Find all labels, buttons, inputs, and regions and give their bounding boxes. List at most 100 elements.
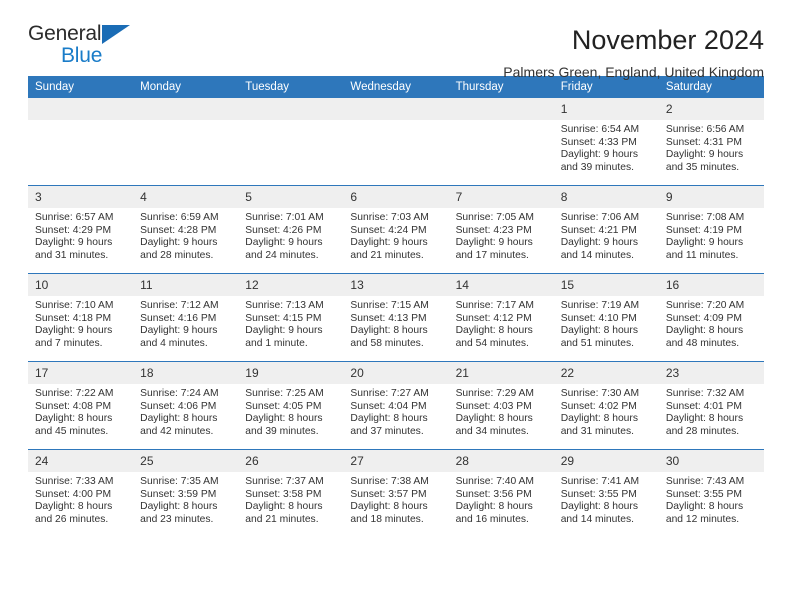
calendar-day-cell[interactable]: 30 Sunrise: 7:43 AM Sunset: 3:55 PM Dayligh… xyxy=(658,449,764,537)
calendar-day-cell[interactable]: 8 Sunrise: 7:06 AM Sunset: 4:21 PM Daylight… xyxy=(553,185,659,274)
day-sunset-text: Sunset: 4:02 PM xyxy=(560,400,637,412)
calendar-day-cell[interactable]: 17 Sunrise: 7:22 AM Sunset: 4:08 PM Dayligh… xyxy=(28,361,134,450)
calendar-day-cell[interactable]: 18 Sunrise: 7:24 AM Sunset: 4:06 PM Dayligh… xyxy=(133,361,239,450)
day-cell-content: 23 Sunrise: 7:32 AM Sunset: 4:01 PM Dayligh… xyxy=(658,362,764,449)
day-daylight2-text: and 37 minutes. xyxy=(350,425,424,437)
day-daylight1-text: Daylight: 8 hours xyxy=(140,413,218,425)
general-blue-logo[interactable]: General Blue xyxy=(28,22,148,70)
calendar-day-cell[interactable]: 3 Sunrise: 6:57 AM Sunset: 4:29 PM Daylight… xyxy=(28,185,134,274)
calendar-day-cell[interactable]: 10 Sunrise: 7:10 AM Sunset: 4:18 PM Dayligh… xyxy=(28,273,134,362)
day-sunrise-text: Sunrise: 7:06 AM xyxy=(560,212,640,223)
day-number: 3 xyxy=(28,186,134,208)
day-cell-content: 1 Sunrise: 6:54 AM Sunset: 4:33 PM Daylight… xyxy=(553,98,659,185)
day-daylight1-text: Daylight: 9 hours xyxy=(665,149,744,161)
day-sunset-text: Sunset: 4:19 PM xyxy=(665,224,742,236)
day-number: 12 xyxy=(238,274,344,296)
day-number xyxy=(238,98,344,120)
day-daylight1-text: Daylight: 8 hours xyxy=(560,413,638,425)
calendar-week-row: 10 Sunrise: 7:10 AM Sunset: 4:18 PM Dayligh… xyxy=(28,273,764,362)
calendar-day-cell[interactable]: 2 Sunrise: 6:56 AM Sunset: 4:31 PM Daylight… xyxy=(658,98,764,186)
day-sunrise-text: Sunrise: 7:24 AM xyxy=(140,388,219,399)
calendar-day-cell[interactable]: 22 Sunrise: 7:30 AM Sunset: 4:02 PM Dayligh… xyxy=(553,361,659,450)
calendar-day-cell[interactable]: 4 Sunrise: 6:59 AM Sunset: 4:28 PM Daylight… xyxy=(133,185,239,274)
calendar-day-cell[interactable]: 7 Sunrise: 7:05 AM Sunset: 4:23 PM Daylight… xyxy=(448,185,554,274)
day-daylight1-text: Daylight: 9 hours xyxy=(140,237,218,249)
day-number: 11 xyxy=(133,274,239,296)
day-sun-info: Sunrise: 7:13 AM Sunset: 4:15 PM Daylight:… xyxy=(238,296,343,350)
calendar-day-cell[interactable]: 23 Sunrise: 7:32 AM Sunset: 4:01 PM Dayligh… xyxy=(658,361,764,450)
day-sunset-text: Sunset: 4:28 PM xyxy=(140,224,217,236)
day-sunrise-text: Sunrise: 7:19 AM xyxy=(560,300,640,311)
calendar-day-cell[interactable]: 20 Sunrise: 7:27 AM Sunset: 4:04 PM Dayligh… xyxy=(343,361,449,450)
day-cell-content: 28 Sunrise: 7:40 AM Sunset: 3:56 PM Dayligh… xyxy=(448,450,554,537)
day-number: 6 xyxy=(343,186,449,208)
day-sun-info: Sunrise: 7:41 AM Sunset: 3:55 PM Daylight:… xyxy=(554,472,659,526)
day-sun-info: Sunrise: 6:57 AM Sunset: 4:29 PM Daylight:… xyxy=(28,208,133,262)
day-daylight2-text: and 35 minutes. xyxy=(665,161,740,173)
calendar-day-cell-empty xyxy=(448,98,554,186)
day-daylight2-text: and 1 minute. xyxy=(245,337,308,349)
day-daylight2-text: and 48 minutes. xyxy=(665,337,740,349)
day-daylight1-text: Daylight: 8 hours xyxy=(665,325,744,337)
day-daylight2-text: and 34 minutes. xyxy=(455,425,529,437)
calendar-day-cell[interactable]: 12 Sunrise: 7:13 AM Sunset: 4:15 PM Dayligh… xyxy=(238,273,344,362)
calendar-week-row: 24 Sunrise: 7:33 AM Sunset: 4:00 PM Dayligh… xyxy=(28,449,764,537)
day-daylight2-text: and 11 minutes. xyxy=(665,249,739,261)
day-sun-info: Sunrise: 7:22 AM Sunset: 4:08 PM Daylight:… xyxy=(28,384,133,438)
day-cell-content: 13 Sunrise: 7:15 AM Sunset: 4:13 PM Dayligh… xyxy=(343,274,449,361)
calendar-day-cell[interactable]: 28 Sunrise: 7:40 AM Sunset: 3:56 PM Dayligh… xyxy=(448,449,554,537)
calendar-day-cell[interactable]: 11 Sunrise: 7:12 AM Sunset: 4:16 PM Dayligh… xyxy=(133,273,239,362)
day-number: 5 xyxy=(238,186,344,208)
calendar-day-cell[interactable]: 14 Sunrise: 7:17 AM Sunset: 4:12 PM Dayligh… xyxy=(448,273,554,362)
day-sunset-text: Sunset: 4:00 PM xyxy=(35,488,112,500)
day-cell-content: 14 Sunrise: 7:17 AM Sunset: 4:12 PM Dayligh… xyxy=(448,274,554,361)
day-sunset-text: Sunset: 4:04 PM xyxy=(350,400,427,412)
day-cell-content: 18 Sunrise: 7:24 AM Sunset: 4:06 PM Dayligh… xyxy=(133,362,239,449)
day-cell-content: 8 Sunrise: 7:06 AM Sunset: 4:21 PM Daylight… xyxy=(553,186,659,273)
day-cell-content: 12 Sunrise: 7:13 AM Sunset: 4:15 PM Dayligh… xyxy=(238,274,344,361)
calendar-day-cell[interactable]: 25 Sunrise: 7:35 AM Sunset: 3:59 PM Dayligh… xyxy=(133,449,239,537)
day-number: 28 xyxy=(448,450,554,472)
day-sunrise-text: Sunrise: 7:22 AM xyxy=(35,388,114,399)
day-daylight1-text: Daylight: 8 hours xyxy=(560,501,638,513)
day-daylight2-text: and 14 minutes. xyxy=(560,249,634,261)
day-daylight1-text: Daylight: 9 hours xyxy=(665,237,744,249)
calendar-day-cell[interactable]: 9 Sunrise: 7:08 AM Sunset: 4:19 PM Daylight… xyxy=(658,185,764,274)
day-number: 7 xyxy=(448,186,554,208)
day-number: 30 xyxy=(658,450,764,472)
calendar-day-cell[interactable]: 6 Sunrise: 7:03 AM Sunset: 4:24 PM Daylight… xyxy=(343,185,449,274)
day-cell-content: 9 Sunrise: 7:08 AM Sunset: 4:19 PM Daylight… xyxy=(658,186,764,273)
calendar-day-cell[interactable]: 21 Sunrise: 7:29 AM Sunset: 4:03 PM Dayligh… xyxy=(448,361,554,450)
calendar-day-cell[interactable]: 24 Sunrise: 7:33 AM Sunset: 4:00 PM Dayligh… xyxy=(28,449,134,537)
day-number: 25 xyxy=(133,450,239,472)
day-daylight1-text: Daylight: 8 hours xyxy=(35,413,113,425)
day-cell-content: 19 Sunrise: 7:25 AM Sunset: 4:05 PM Dayligh… xyxy=(238,362,344,449)
day-number: 14 xyxy=(448,274,554,296)
day-number: 27 xyxy=(343,450,449,472)
calendar-day-cell[interactable]: 19 Sunrise: 7:25 AM Sunset: 4:05 PM Dayligh… xyxy=(238,361,344,450)
day-number: 15 xyxy=(553,274,659,296)
day-sunset-text: Sunset: 4:26 PM xyxy=(245,224,322,236)
calendar-day-cell[interactable]: 5 Sunrise: 7:01 AM Sunset: 4:26 PM Daylight… xyxy=(238,185,344,274)
day-sunset-text: Sunset: 3:58 PM xyxy=(245,488,322,500)
calendar-day-cell[interactable]: 26 Sunrise: 7:37 AM Sunset: 3:58 PM Dayligh… xyxy=(238,449,344,537)
day-sunset-text: Sunset: 4:01 PM xyxy=(665,400,742,412)
calendar-day-cell[interactable]: 27 Sunrise: 7:38 AM Sunset: 3:57 PM Dayligh… xyxy=(343,449,449,537)
day-daylight1-text: Daylight: 9 hours xyxy=(245,325,323,337)
day-sun-info: Sunrise: 7:03 AM Sunset: 4:24 PM Daylight:… xyxy=(343,208,448,262)
calendar-day-cell[interactable]: 15 Sunrise: 7:19 AM Sunset: 4:10 PM Dayligh… xyxy=(553,273,659,362)
day-sun-info: Sunrise: 7:37 AM Sunset: 3:58 PM Daylight:… xyxy=(238,472,343,526)
calendar-day-cell[interactable]: 13 Sunrise: 7:15 AM Sunset: 4:13 PM Dayligh… xyxy=(343,273,449,362)
calendar-day-cell[interactable]: 16 Sunrise: 7:20 AM Sunset: 4:09 PM Dayligh… xyxy=(658,273,764,362)
calendar-week-row: 3 Sunrise: 6:57 AM Sunset: 4:29 PM Daylight… xyxy=(28,185,764,274)
day-sunset-text: Sunset: 4:15 PM xyxy=(245,312,322,324)
calendar-day-cell[interactable]: 29 Sunrise: 7:41 AM Sunset: 3:55 PM Dayligh… xyxy=(553,449,659,537)
calendar-day-cell[interactable]: 1 Sunrise: 6:54 AM Sunset: 4:33 PM Daylight… xyxy=(553,98,659,186)
day-sun-info: Sunrise: 7:25 AM Sunset: 4:05 PM Daylight:… xyxy=(238,384,343,438)
day-sunset-text: Sunset: 4:03 PM xyxy=(455,400,532,412)
day-sunrise-text: Sunrise: 7:43 AM xyxy=(665,476,745,487)
day-sunrise-text: Sunrise: 7:10 AM xyxy=(35,300,114,311)
calendar-day-cell-empty xyxy=(238,98,344,186)
day-sun-info: Sunrise: 7:27 AM Sunset: 4:04 PM Daylight:… xyxy=(343,384,448,438)
day-cell-content: 4 Sunrise: 6:59 AM Sunset: 4:28 PM Daylight… xyxy=(133,186,239,273)
